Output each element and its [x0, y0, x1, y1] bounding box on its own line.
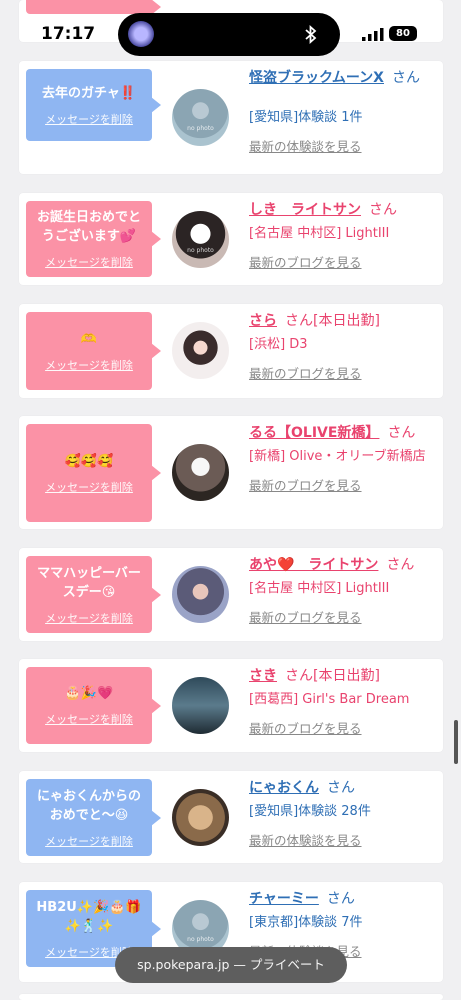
friend-card: 🫶 メッセージを削除 さら さん[本日出勤] [浜松] D3 最新のブログを見る	[19, 304, 443, 398]
card-partial-bottom	[19, 994, 443, 1000]
member-name-link[interactable]: るる【OLIVE新橋】	[249, 425, 379, 441]
member-name-link[interactable]: さき	[249, 668, 277, 684]
member-detail: [浜松] D3	[249, 337, 308, 352]
avatar-label: no photo	[187, 125, 214, 132]
message-bubble: 去年のガチャ‼️ メッセージを削除	[26, 69, 161, 141]
avatar-label: no photo	[187, 247, 214, 254]
honorific: さん	[326, 891, 355, 907]
message-bubble: にゃおくんからのおめでと〜😆 メッセージを削除	[26, 779, 161, 856]
status-bar: 17:17 80	[0, 0, 461, 60]
delete-message-link[interactable]: メッセージを削除	[45, 357, 133, 373]
delete-message-link[interactable]: メッセージを削除	[45, 479, 133, 495]
avatar[interactable]	[172, 322, 229, 379]
message-bubble: 🫶 メッセージを削除	[26, 312, 161, 390]
friend-card: 去年のガチャ‼️ メッセージを削除 no photo 怪盗ブラックムーンX さん …	[19, 61, 443, 174]
delete-message-link[interactable]: メッセージを削除	[45, 610, 133, 626]
avatar-label: no photo	[187, 936, 214, 943]
message-text: 去年のガチャ‼️	[41, 85, 137, 101]
bluetooth-icon	[305, 25, 317, 44]
member-name-link[interactable]: しき ライトサン	[249, 202, 361, 218]
message-text: 🎂🎉💗	[64, 686, 114, 701]
avatar[interactable]	[172, 677, 229, 734]
honorific: さん	[391, 70, 420, 86]
url-bar[interactable]: sp.pokepara.jp — プライベート	[115, 947, 347, 983]
member-detail: [愛知県]体験談 1件	[249, 110, 363, 125]
clock: 17:17	[41, 24, 96, 44]
friend-card: 🥰🥰🥰 メッセージを削除 るる【OLIVE新橋】 さん [新橋] Olive・オリ…	[19, 416, 443, 529]
member-name-link[interactable]: にゃおくん	[249, 780, 319, 796]
honorific: さん	[386, 557, 415, 573]
message-bubble: 🥰🥰🥰 メッセージを削除	[26, 424, 161, 522]
delete-message-link[interactable]: メッセージを削除	[45, 833, 133, 849]
latest-post-link[interactable]: 最新のブログを見る	[249, 252, 433, 271]
avatar[interactable]	[172, 789, 229, 846]
latest-post-link[interactable]: 最新のブログを見る	[249, 718, 433, 737]
latest-post-link[interactable]: 最新のブログを見る	[249, 363, 433, 382]
member-info: あや❤️ ライトサン さん [名古屋 中村区] LightIII 最新のブログを見…	[249, 556, 433, 626]
member-name-link[interactable]: 怪盗ブラックムーンX	[249, 70, 384, 86]
member-detail: [新橋] Olive・オリーブ新橋店	[249, 449, 426, 464]
honorific: さん	[369, 202, 397, 218]
latest-post-link[interactable]: 最新のブログを見る	[249, 607, 433, 626]
honorific: さん	[327, 780, 355, 796]
member-detail: [東京都]体験談 7件	[249, 915, 363, 930]
member-name-link[interactable]: さら	[249, 313, 277, 329]
delete-message-link[interactable]: メッセージを削除	[45, 254, 133, 270]
member-detail: [名古屋 中村区] LightIII	[249, 581, 390, 596]
message-text: 🥰🥰🥰	[64, 453, 114, 469]
scrollbar[interactable]	[454, 720, 458, 764]
message-bubble: 🎂🎉💗 メッセージを削除	[26, 667, 161, 744]
message-text: ママハッピーバースデー😘	[37, 565, 141, 600]
delete-message-link[interactable]: メッセージを削除	[45, 711, 133, 727]
avatar[interactable]	[172, 566, 229, 623]
member-info: るる【OLIVE新橋】 さん [新橋] Olive・オリーブ新橋店 最新のブログを…	[249, 424, 433, 494]
friend-card: ママハッピーバースデー😘 メッセージを削除 あや❤️ ライトサン さん [名古屋 …	[19, 548, 443, 641]
member-info: しき ライトサン さん [名古屋 中村区] LightIII 最新のブログを見る	[249, 201, 433, 271]
honorific: さん	[285, 313, 313, 329]
friend-card: にゃおくんからのおめでと〜😆 メッセージを削除 にゃおくん さん [愛知県]体験談…	[19, 771, 443, 863]
member-name-link[interactable]: あや❤️ ライトサン	[249, 557, 378, 573]
avatar[interactable]	[172, 444, 229, 501]
latest-post-link[interactable]: 最新のブログを見る	[249, 475, 433, 494]
avatar[interactable]: no photo	[172, 89, 229, 146]
honorific: さん	[387, 425, 416, 441]
message-text: 🫶	[80, 331, 98, 347]
delete-message-link[interactable]: メッセージを削除	[45, 111, 133, 127]
member-info: 怪盗ブラックムーンX さん [愛知県]体験談 1件 最新の体験談を見る	[249, 69, 433, 155]
member-detail: [西葛西] Girl's Bar Dream	[249, 692, 410, 707]
message-bubble: ママハッピーバースデー😘 メッセージを削除	[26, 556, 161, 633]
message-text: にゃおくんからのおめでと〜😆	[36, 788, 141, 823]
member-detail: [名古屋 中村区] LightIII	[249, 226, 390, 241]
member-detail: [愛知県]体験談 28件	[249, 804, 371, 819]
battery-icon: 80	[389, 26, 417, 41]
member-info: さき さん[本日出勤] [西葛西] Girl's Bar Dream 最新のブログ…	[249, 667, 433, 737]
on-duty-badge: [本日出勤]	[313, 668, 380, 684]
friend-card: お誕生日おめでとうございます💕 メッセージを削除 no photo しき ライト…	[19, 193, 443, 285]
member-info: さら さん[本日出勤] [浜松] D3 最新のブログを見る	[249, 312, 433, 382]
honorific: さん	[285, 668, 313, 684]
latest-post-link[interactable]: 最新の体験談を見る	[249, 830, 433, 849]
avatar[interactable]: no photo	[172, 211, 229, 268]
signal-icon	[362, 28, 384, 41]
latest-post-link[interactable]: 最新の体験談を見る	[249, 136, 433, 155]
on-duty-badge: [本日出勤]	[313, 313, 380, 329]
media-thumbnail-icon	[128, 21, 154, 47]
friend-card: 🎂🎉💗 メッセージを削除 さき さん[本日出勤] [西葛西] Girl's Bar…	[19, 659, 443, 752]
message-text: HB2U✨🎉🎂🎁✨🕺✨	[36, 899, 142, 934]
member-name-link[interactable]: チャーミー	[249, 891, 319, 907]
dynamic-island	[118, 13, 340, 56]
message-bubble: お誕生日おめでとうございます💕 メッセージを削除	[26, 201, 161, 277]
message-text: お誕生日おめでとうございます💕	[36, 210, 141, 244]
member-info: にゃおくん さん [愛知県]体験談 28件 最新の体験談を見る	[249, 779, 433, 849]
